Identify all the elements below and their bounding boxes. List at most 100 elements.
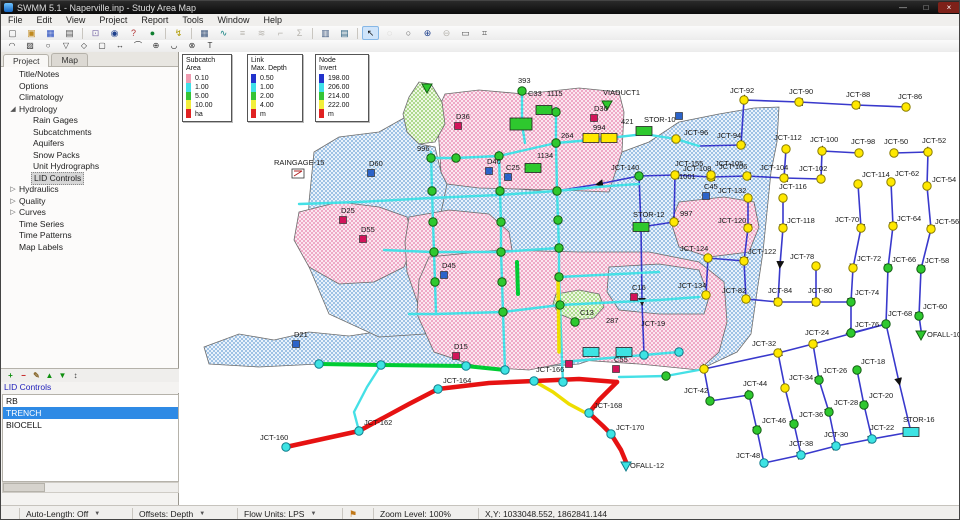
junction-node[interactable] bbox=[889, 222, 897, 230]
junction-node[interactable] bbox=[882, 320, 890, 328]
junction-node[interactable] bbox=[760, 459, 768, 467]
conduit-link-blue[interactable] bbox=[886, 182, 893, 324]
subcatchment-centroid-marker[interactable] bbox=[505, 174, 512, 181]
junction-node[interactable] bbox=[815, 376, 823, 384]
menu-project[interactable]: Project bbox=[92, 14, 134, 26]
tree-expander[interactable]: ▷ bbox=[9, 184, 17, 196]
junction-node[interactable] bbox=[427, 154, 435, 162]
junction-node[interactable] bbox=[501, 366, 509, 374]
junction-node[interactable] bbox=[832, 442, 840, 450]
junction-node[interactable] bbox=[812, 298, 820, 306]
add-weir-button[interactable]: ◡ bbox=[166, 40, 182, 52]
add-pump-button[interactable]: ⌒ bbox=[130, 40, 146, 52]
junction-node[interactable] bbox=[553, 187, 561, 195]
junction-node[interactable] bbox=[743, 172, 751, 180]
maximize-button[interactable]: □ bbox=[915, 2, 937, 13]
menu-report[interactable]: Report bbox=[134, 14, 175, 26]
menu-view[interactable]: View bbox=[59, 14, 92, 26]
subcatchment-centroid-marker[interactable] bbox=[676, 113, 683, 120]
add-outlet-button[interactable]: ⊗ bbox=[184, 40, 200, 52]
tree-item-time-patterns[interactable]: Time Patterns bbox=[1, 230, 178, 242]
measure-button[interactable]: ⌗ bbox=[476, 26, 493, 40]
graph-button[interactable]: ∿ bbox=[215, 26, 232, 40]
report-options-button[interactable]: ▥ bbox=[317, 26, 334, 40]
tree-item-aquifers[interactable]: Aquifers bbox=[1, 138, 178, 150]
junction-node[interactable] bbox=[915, 312, 923, 320]
junction-node[interactable] bbox=[795, 98, 803, 106]
add-raingage-button[interactable]: ◠ bbox=[4, 40, 20, 52]
junction-node[interactable] bbox=[742, 295, 750, 303]
outfall-node[interactable] bbox=[916, 331, 926, 340]
junction-node[interactable] bbox=[700, 365, 708, 373]
tree-item-lid-controls[interactable]: LID Controls bbox=[1, 173, 178, 185]
junction-node[interactable] bbox=[780, 174, 788, 182]
junction-node[interactable] bbox=[782, 145, 790, 153]
subcatchment-centroid-marker[interactable] bbox=[591, 115, 598, 122]
storage-node[interactable] bbox=[536, 106, 552, 115]
junction-node[interactable] bbox=[825, 408, 833, 416]
storage-node[interactable] bbox=[636, 127, 652, 136]
junction-node[interactable] bbox=[585, 409, 593, 417]
junction-node[interactable] bbox=[702, 291, 710, 299]
lid-move-down-button[interactable]: ▼ bbox=[56, 370, 69, 381]
junction-node[interactable] bbox=[924, 148, 932, 156]
minimize-button[interactable]: — bbox=[892, 2, 914, 13]
junction-node[interactable] bbox=[847, 329, 855, 337]
conduit-link-blue[interactable] bbox=[746, 299, 851, 302]
lid-item-biocell[interactable]: BIOCELL bbox=[3, 419, 178, 431]
junction-node[interactable] bbox=[555, 244, 563, 252]
subcatchment-centroid-marker[interactable] bbox=[613, 366, 620, 373]
tree-expander[interactable]: ◢ bbox=[9, 104, 17, 116]
subcatchment-centroid-marker[interactable] bbox=[703, 193, 710, 200]
tab-project[interactable]: Project bbox=[3, 54, 49, 67]
junction-node[interactable] bbox=[355, 427, 363, 435]
junction-node[interactable] bbox=[852, 101, 860, 109]
junction-node[interactable] bbox=[571, 318, 579, 326]
junction-node[interactable] bbox=[434, 385, 442, 393]
globe-run-button[interactable]: ● bbox=[144, 26, 161, 40]
junction-node[interactable] bbox=[779, 194, 787, 202]
storage-node[interactable] bbox=[510, 118, 532, 130]
conduit-link-yellow[interactable] bbox=[558, 274, 559, 352]
junction-node[interactable] bbox=[740, 257, 748, 265]
tree-item-quality[interactable]: ▷Quality bbox=[1, 196, 178, 208]
junction-node[interactable] bbox=[737, 141, 745, 149]
junction-node[interactable] bbox=[745, 391, 753, 399]
subcatchment-centroid-marker[interactable] bbox=[340, 217, 347, 224]
tree-item-rain-gages[interactable]: Rain Gages bbox=[1, 115, 178, 127]
storage-node[interactable] bbox=[583, 348, 599, 357]
menu-file[interactable]: File bbox=[1, 14, 30, 26]
junction-node[interactable] bbox=[556, 301, 564, 309]
subcatchment-centroid-marker[interactable] bbox=[566, 361, 573, 368]
junction-node[interactable] bbox=[635, 172, 643, 180]
storage-node[interactable] bbox=[601, 134, 617, 143]
conduit-link-red[interactable] bbox=[589, 382, 626, 462]
offsets-selector[interactable]: Offsets: Depth▼ bbox=[133, 508, 238, 520]
junction-node[interactable] bbox=[781, 384, 789, 392]
conduit-link-blue[interactable] bbox=[778, 353, 785, 388]
junction-node[interactable] bbox=[744, 194, 752, 202]
lid-add-button[interactable]: + bbox=[4, 370, 17, 381]
lid-sort-button[interactable]: ↕ bbox=[69, 370, 82, 381]
conduit-link-red[interactable] bbox=[286, 379, 617, 447]
junction-node[interactable] bbox=[860, 401, 868, 409]
tree-item-subcatchments[interactable]: Subcatchments bbox=[1, 127, 178, 139]
junction-node[interactable] bbox=[671, 171, 679, 179]
storage-node[interactable] bbox=[633, 223, 649, 232]
conduit-link-yellow[interactable] bbox=[534, 381, 584, 412]
menu-window[interactable]: Window bbox=[210, 14, 256, 26]
junction-node[interactable] bbox=[704, 254, 712, 262]
junction-node[interactable] bbox=[923, 182, 931, 190]
junction-node[interactable] bbox=[706, 397, 714, 405]
junction-node[interactable] bbox=[662, 372, 670, 380]
lid-item-rb[interactable]: RB bbox=[3, 395, 178, 407]
subcatchment-centroid-marker[interactable] bbox=[441, 272, 448, 279]
junction-node[interactable] bbox=[462, 362, 470, 370]
junction-node[interactable] bbox=[853, 366, 861, 374]
find-button[interactable]: ◉ bbox=[106, 26, 123, 40]
tree-item-climatology[interactable]: Climatology bbox=[1, 92, 178, 104]
rain-gage-node[interactable] bbox=[292, 169, 304, 178]
subcatchment-centroid-marker[interactable] bbox=[360, 236, 367, 243]
junction-node[interactable] bbox=[890, 149, 898, 157]
lid-delete-button[interactable]: − bbox=[17, 370, 30, 381]
